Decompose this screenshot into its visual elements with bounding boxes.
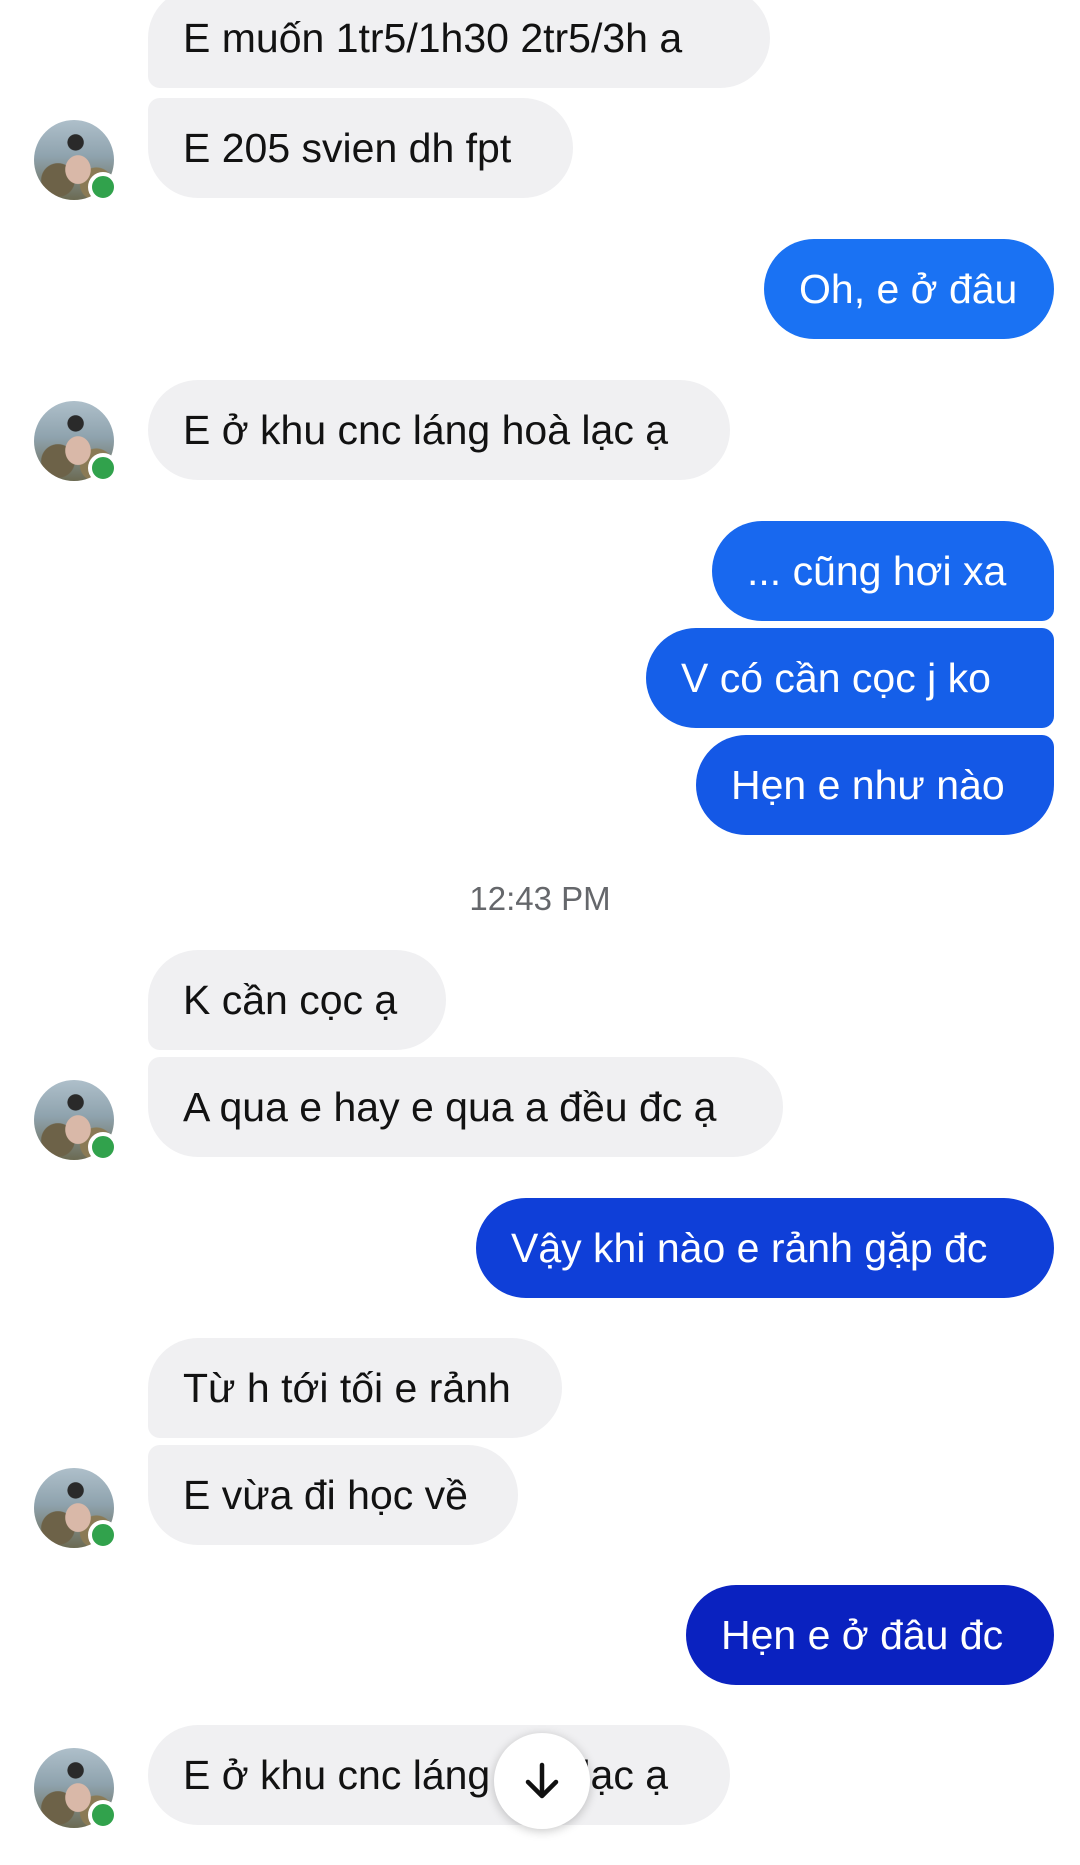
message-bubble-incoming[interactable]: Từ h tới tối e rảnh [148, 1338, 562, 1438]
message-text: E vừa đi học về [183, 1471, 468, 1518]
timestamp-divider: 12:43 PM [469, 880, 611, 917]
message-text: Từ h tới tối e rảnh [183, 1364, 511, 1411]
online-status-dot [88, 1800, 118, 1830]
message-bubble-outgoing[interactable]: Vậy khi nào e rảnh gặp đc [476, 1198, 1054, 1298]
online-status-dot [88, 1520, 118, 1550]
online-status-dot [88, 453, 118, 483]
arrow-down-icon [525, 1762, 559, 1799]
contact-avatar[interactable] [34, 1468, 118, 1550]
message-bubble-outgoing[interactable]: V có cần cọc j ko [646, 628, 1054, 728]
message-text: ... cũng hơi xa [747, 547, 1007, 594]
message-text: V có cần cọc j ko [681, 654, 991, 701]
message-bubble-incoming[interactable]: E muốn 1tr5/1h30 2tr5/3h a [148, 0, 770, 88]
message-bubble-incoming[interactable]: E ở khu cnc láng hoà lạc ạ [148, 380, 730, 480]
message-bubble-outgoing[interactable]: Hẹn e ở đâu đc [686, 1585, 1054, 1685]
message-text: E 205 svien dh fpt [183, 124, 512, 171]
message-text: Oh, e ở đâu [799, 265, 1018, 312]
contact-avatar[interactable] [34, 401, 118, 483]
message-bubble-incoming[interactable]: K cần cọc ạ [148, 950, 446, 1050]
message-bubble-incoming[interactable]: E vừa đi học về [148, 1445, 518, 1545]
message-bubble-outgoing[interactable]: Hẹn e như nào [696, 735, 1054, 835]
message-bubble-incoming[interactable]: E ở khu cnc láng hoà lạc ạ [148, 1725, 730, 1825]
message-text: K cần cọc ạ [183, 976, 398, 1023]
message-bubble-outgoing[interactable]: Oh, e ở đâu [764, 239, 1054, 339]
message-text: E ở khu cnc láng hoà lạc ạ [183, 406, 669, 453]
online-status-dot [88, 172, 118, 202]
contact-avatar[interactable] [34, 120, 118, 202]
chat-screen: E muốn 1tr5/1h30 2tr5/3h a E 205 svien d… [0, 0, 1080, 1865]
message-text: A qua e hay e qua a đều đc ạ [183, 1083, 717, 1130]
message-bubble-incoming[interactable]: A qua e hay e qua a đều đc ạ [148, 1057, 783, 1157]
contact-avatar[interactable] [34, 1748, 118, 1830]
message-bubble-outgoing[interactable]: ... cũng hơi xa [712, 521, 1054, 621]
scroll-to-bottom-button[interactable] [494, 1733, 590, 1829]
message-text: Vậy khi nào e rảnh gặp đc [511, 1224, 988, 1271]
message-text: Hẹn e ở đâu đc [721, 1611, 1004, 1658]
message-text: Hẹn e như nào [731, 761, 1005, 808]
message-text: E muốn 1tr5/1h30 2tr5/3h a [183, 14, 683, 61]
message-bubble-incoming[interactable]: E 205 svien dh fpt [148, 98, 573, 198]
contact-avatar[interactable] [34, 1080, 118, 1162]
online-status-dot [88, 1132, 118, 1162]
message-text: E ở khu cnc láng hoà lạc ạ [183, 1751, 669, 1798]
